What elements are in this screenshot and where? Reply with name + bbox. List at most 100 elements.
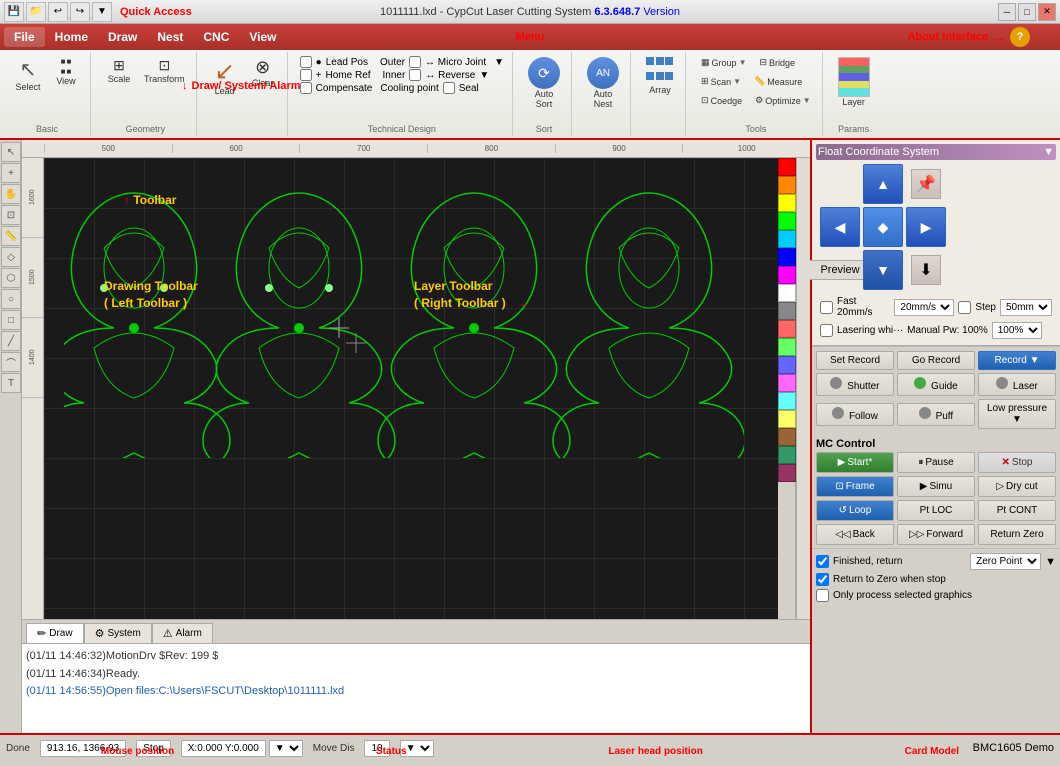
layer-color-red[interactable] bbox=[778, 158, 796, 176]
micro-joint-check[interactable] bbox=[409, 56, 421, 68]
lead-tool-btn[interactable]: ↙ Lead bbox=[207, 54, 243, 99]
move-left-btn[interactable]: ◀ bbox=[820, 207, 860, 247]
lt-draw3-btn[interactable]: □ bbox=[1, 310, 21, 330]
loop-btn[interactable]: ↺ Loop bbox=[816, 500, 894, 521]
about-icon-btn[interactable]: ? bbox=[1010, 27, 1030, 47]
array-btn[interactable]: Array bbox=[641, 54, 679, 98]
optimize-btn[interactable]: ⚙ Optimize ▼ bbox=[750, 92, 816, 109]
lt-draw5-btn[interactable]: ⌒ bbox=[1, 352, 21, 372]
outer-label[interactable]: Outer bbox=[380, 57, 405, 68]
move-down-btn[interactable]: ▼ bbox=[863, 250, 903, 290]
layer-color-lt-blue[interactable] bbox=[778, 356, 796, 374]
layer-color-green[interactable] bbox=[778, 212, 796, 230]
frame-btn[interactable]: ⊡ Frame bbox=[816, 476, 894, 497]
layer-color-lt-cyan[interactable] bbox=[778, 392, 796, 410]
zero-point-dropdown[interactable]: ▼ bbox=[1045, 556, 1056, 568]
qa-save-btn[interactable]: 💾 bbox=[4, 2, 24, 22]
record-btn[interactable]: Record ▼ bbox=[978, 351, 1056, 370]
select-tool-btn[interactable]: ↖ Select bbox=[10, 54, 46, 95]
manual-select[interactable]: 100% bbox=[992, 322, 1042, 339]
low-pressure-btn[interactable]: Low pressure ▼ bbox=[978, 399, 1056, 429]
dry-cut-btn[interactable]: ▷ Dry cut bbox=[978, 476, 1056, 497]
finished-return-check[interactable] bbox=[816, 555, 829, 568]
layer-color-lt-yellow[interactable] bbox=[778, 410, 796, 428]
tab-draw[interactable]: ✏ Draw bbox=[26, 623, 84, 643]
inner-label[interactable]: Inner bbox=[383, 70, 406, 81]
only-process-check[interactable] bbox=[816, 589, 829, 602]
home-ref-check[interactable] bbox=[300, 69, 312, 81]
layer-color-orange[interactable] bbox=[778, 176, 796, 194]
simu-btn[interactable]: ▶ Simu bbox=[897, 476, 975, 497]
compensate-check[interactable] bbox=[300, 82, 312, 94]
puff-btn[interactable]: Puff bbox=[897, 403, 975, 426]
reverse-dropdown[interactable]: ▼ bbox=[479, 70, 489, 81]
seal-check[interactable] bbox=[443, 82, 455, 94]
lt-draw1-btn[interactable]: ⬡ bbox=[1, 268, 21, 288]
mj-dropdown[interactable]: ▼ bbox=[494, 57, 504, 68]
layer-color-blue[interactable] bbox=[778, 248, 796, 266]
step-check[interactable] bbox=[958, 301, 971, 314]
pt-cont-btn[interactable]: Pt CONT bbox=[978, 500, 1056, 521]
menu-nest[interactable]: Nest bbox=[147, 27, 193, 47]
layer-color-pink[interactable] bbox=[778, 320, 796, 338]
move-up-btn[interactable]: ▲ bbox=[863, 164, 903, 204]
lt-draw6-btn[interactable]: T bbox=[1, 373, 21, 393]
layer-color-white[interactable] bbox=[778, 284, 796, 302]
lead-pos-label[interactable]: Lead Pos bbox=[326, 57, 368, 68]
vertical-scrollbar[interactable] bbox=[796, 158, 810, 619]
lt-draw4-btn[interactable]: ╱ bbox=[1, 331, 21, 351]
qa-redo-btn[interactable]: ↪ bbox=[70, 2, 90, 22]
group-dropdown[interactable]: ▼ bbox=[739, 58, 747, 67]
pin-bottom-btn[interactable]: ⬇ bbox=[911, 255, 941, 285]
reverse-check[interactable] bbox=[409, 69, 421, 81]
scan-dropdown[interactable]: ▼ bbox=[733, 77, 741, 86]
drawing-canvas[interactable]: X Y ↑ Toolbar Drawing Toolbar( Left Tool… bbox=[44, 158, 778, 619]
layer-color-gray[interactable] bbox=[778, 302, 796, 320]
layer-color-cyan[interactable] bbox=[778, 230, 796, 248]
forward-btn[interactable]: ▷▷ Forward bbox=[897, 524, 975, 545]
layer-color-lt-green[interactable] bbox=[778, 338, 796, 356]
lt-fit-btn[interactable]: ⊡ bbox=[1, 205, 21, 225]
pause-btn[interactable]: ⏸ Pause bbox=[897, 452, 975, 473]
lt-node-btn[interactable]: ◇ bbox=[1, 247, 21, 267]
step-select[interactable]: 50mm bbox=[1000, 299, 1052, 316]
scale-tool-btn[interactable]: ⊞ Scale bbox=[101, 54, 137, 87]
close-btn[interactable]: ✕ bbox=[1038, 3, 1056, 21]
move-right-btn[interactable]: ▶ bbox=[906, 207, 946, 247]
auto-sort-btn[interactable]: ⟳ Auto Sort bbox=[523, 54, 565, 112]
console-area[interactable]: (01/11 14:46:32)MotionDrv $Rev: 199 $ (0… bbox=[22, 643, 810, 733]
layer-btn[interactable]: Layer bbox=[833, 54, 875, 110]
move-dis-select[interactable]: ▼ bbox=[400, 740, 434, 757]
seal-label[interactable]: Seal bbox=[459, 83, 479, 94]
guide-btn[interactable]: Guide bbox=[897, 373, 975, 396]
measure-btn[interactable]: 📏 Measure bbox=[749, 73, 807, 90]
zero-point-select[interactable]: Zero Point bbox=[970, 553, 1041, 570]
auto-nest-btn[interactable]: AN Auto Nest bbox=[582, 54, 624, 112]
fast-check[interactable] bbox=[820, 301, 833, 314]
menu-draw[interactable]: Draw bbox=[98, 27, 147, 47]
compensate-label[interactable]: Compensate bbox=[316, 83, 373, 94]
maximize-btn[interactable]: □ bbox=[1018, 3, 1036, 21]
optimize-dropdown[interactable]: ▼ bbox=[803, 96, 811, 105]
pin-top-btn[interactable]: 📌 bbox=[911, 169, 941, 199]
pt-loc-btn[interactable]: Pt LOC bbox=[897, 500, 975, 521]
low-pressure-dropdown[interactable]: ▼ bbox=[1012, 414, 1022, 425]
layer-color-lt-magenta[interactable] bbox=[778, 374, 796, 392]
laser-pos-select[interactable]: ▼ bbox=[269, 740, 303, 757]
lt-measure-btn[interactable]: 📏 bbox=[1, 226, 21, 246]
start-btn[interactable]: ▶ Start* bbox=[816, 452, 894, 473]
menu-view[interactable]: View bbox=[239, 27, 286, 47]
layer-color-brown[interactable] bbox=[778, 428, 796, 446]
micro-joint-label[interactable]: ↔ Micro Joint bbox=[425, 57, 486, 68]
reverse-label[interactable]: ↔ Reverse bbox=[425, 70, 475, 81]
fast-select[interactable]: 20mm/s bbox=[894, 299, 954, 316]
float-coord-dropdown[interactable]: ▼ bbox=[1043, 146, 1054, 158]
qa-dropdown-btn[interactable]: ▼ bbox=[92, 2, 112, 22]
move-center-btn[interactable]: ◆ bbox=[863, 207, 903, 247]
record-dropdown-arrow[interactable]: ▼ bbox=[1030, 355, 1040, 366]
menu-cnc[interactable]: CNC bbox=[193, 27, 239, 47]
follow-btn[interactable]: Follow bbox=[816, 403, 894, 426]
minimize-btn[interactable]: ─ bbox=[998, 3, 1016, 21]
lt-draw2-btn[interactable]: ○ bbox=[1, 289, 21, 309]
layer-color-yellow[interactable] bbox=[778, 194, 796, 212]
